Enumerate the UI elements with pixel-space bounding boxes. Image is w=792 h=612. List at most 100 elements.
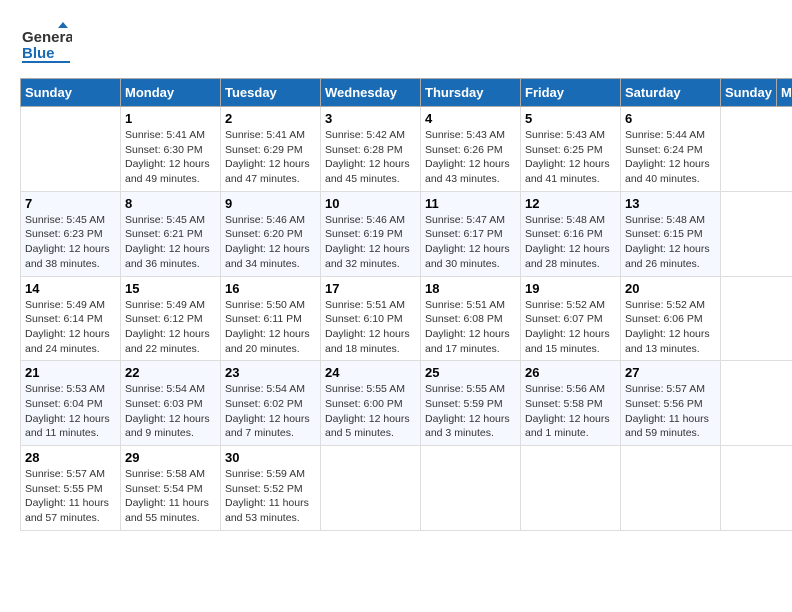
day-number: 25 xyxy=(425,365,516,380)
calendar-cell: 23 Sunrise: 5:54 AM Sunset: 6:02 PM Dayli… xyxy=(221,361,321,446)
calendar-cell: 16Sunrise: 5:50 AM Sunset: 6:11 PM Dayli… xyxy=(221,276,321,361)
calendar-week-row: 28 Sunrise: 5:57 AM Sunset: 5:55 PM Dayli… xyxy=(21,446,792,531)
day-info: Sunrise: 5:57 AM Sunset: 5:56 PM Dayligh… xyxy=(625,382,716,441)
calendar-cell: 4 Sunrise: 5:43 AM Sunset: 6:26 PM Daylig… xyxy=(421,107,521,192)
logo-icon: General Blue xyxy=(20,20,72,68)
day-info: Sunrise: 5:52 AM Sunset: 6:07 PM Dayligh… xyxy=(525,298,616,357)
day-info: Sunrise: 5:48 AM Sunset: 6:15 PM Dayligh… xyxy=(625,213,716,272)
calendar-cell: 5 Sunrise: 5:43 AM Sunset: 6:25 PM Daylig… xyxy=(521,107,621,192)
day-info: Sunrise: 5:55 AM Sunset: 5:59 PM Dayligh… xyxy=(425,382,516,441)
day-info: Sunrise: 5:57 AM Sunset: 5:55 PM Dayligh… xyxy=(25,467,116,526)
calendar-week-row: 21 Sunrise: 5:53 AM Sunset: 6:04 PM Dayli… xyxy=(21,361,792,446)
calendar-cell: 26 Sunrise: 5:56 AM Sunset: 5:58 PM Dayli… xyxy=(521,361,621,446)
day-info: Sunrise: 5:44 AM Sunset: 6:24 PM Dayligh… xyxy=(625,128,716,187)
calendar-cell: 20 Sunrise: 5:52 AM Sunset: 6:06 PM Dayli… xyxy=(621,276,721,361)
day-number: 4 xyxy=(425,111,516,126)
calendar-cell: 10 Sunrise: 5:46 AM Sunset: 6:19 PM Dayli… xyxy=(321,191,421,276)
day-info: Sunrise: 5:48 AM Sunset: 6:16 PM Dayligh… xyxy=(525,213,616,272)
header-day-friday: Friday xyxy=(521,79,621,107)
day-number: 12 xyxy=(525,196,616,211)
header-day-monday: Monday xyxy=(776,79,792,107)
day-number: 8 xyxy=(125,196,216,211)
day-number: 20 xyxy=(625,281,716,296)
day-info: Sunrise: 5:51 AM Sunset: 6:10 PM Dayligh… xyxy=(325,298,416,357)
day-info: Sunrise: 5:45 AM Sunset: 6:21 PM Dayligh… xyxy=(125,213,216,272)
header-day-tuesday: Tuesday xyxy=(221,79,321,107)
day-number: 24 xyxy=(325,365,416,380)
calendar-header-row: SundayMondayTuesdayWednesdayThursdayFrid… xyxy=(21,79,792,107)
day-number: 27 xyxy=(625,365,716,380)
day-info: Sunrise: 5:53 AM Sunset: 6:04 PM Dayligh… xyxy=(25,382,116,441)
day-info: Sunrise: 5:52 AM Sunset: 6:06 PM Dayligh… xyxy=(625,298,716,357)
day-number: 6 xyxy=(625,111,716,126)
calendar-cell xyxy=(621,446,721,531)
calendar-cell: 6 Sunrise: 5:44 AM Sunset: 6:24 PM Daylig… xyxy=(621,107,721,192)
calendar-cell xyxy=(321,446,421,531)
page-header: General Blue xyxy=(20,20,772,68)
calendar-cell xyxy=(521,446,621,531)
calendar-cell xyxy=(21,107,121,192)
header-day-wednesday: Wednesday xyxy=(321,79,421,107)
calendar-cell: 25 Sunrise: 5:55 AM Sunset: 5:59 PM Dayli… xyxy=(421,361,521,446)
day-number: 1 xyxy=(125,111,216,126)
calendar-cell: 24 Sunrise: 5:55 AM Sunset: 6:00 PM Dayli… xyxy=(321,361,421,446)
calendar-week-row: 1 Sunrise: 5:41 AM Sunset: 6:30 PM Daylig… xyxy=(21,107,792,192)
day-info: Sunrise: 5:55 AM Sunset: 6:00 PM Dayligh… xyxy=(325,382,416,441)
calendar-cell: 8 Sunrise: 5:45 AM Sunset: 6:21 PM Daylig… xyxy=(121,191,221,276)
day-number: 2 xyxy=(225,111,316,126)
day-info: Sunrise: 5:43 AM Sunset: 6:25 PM Dayligh… xyxy=(525,128,616,187)
day-number: 15 xyxy=(125,281,216,296)
day-info: Sunrise: 5:58 AM Sunset: 5:54 PM Dayligh… xyxy=(125,467,216,526)
calendar-cell: 28 Sunrise: 5:57 AM Sunset: 5:55 PM Dayli… xyxy=(21,446,121,531)
header-day-sunday: Sunday xyxy=(21,79,121,107)
day-info: Sunrise: 5:46 AM Sunset: 6:19 PM Dayligh… xyxy=(325,213,416,272)
day-number: 10 xyxy=(325,196,416,211)
calendar-cell: 2 Sunrise: 5:41 AM Sunset: 6:29 PM Daylig… xyxy=(221,107,321,192)
calendar-cell: 14Sunrise: 5:49 AM Sunset: 6:14 PM Dayli… xyxy=(21,276,121,361)
day-number: 28 xyxy=(25,450,116,465)
day-number: 11 xyxy=(425,196,516,211)
day-info: Sunrise: 5:46 AM Sunset: 6:20 PM Dayligh… xyxy=(225,213,316,272)
day-number: 29 xyxy=(125,450,216,465)
header-day-sunday: Sunday xyxy=(721,79,777,107)
day-number: 5 xyxy=(525,111,616,126)
calendar-cell: 30 Sunrise: 5:59 AM Sunset: 5:52 PM Dayli… xyxy=(221,446,321,531)
day-info: Sunrise: 5:47 AM Sunset: 6:17 PM Dayligh… xyxy=(425,213,516,272)
svg-text:General: General xyxy=(22,29,72,46)
day-number: 26 xyxy=(525,365,616,380)
day-number: 16 xyxy=(225,281,316,296)
day-number: 14 xyxy=(25,281,116,296)
calendar-cell: 29 Sunrise: 5:58 AM Sunset: 5:54 PM Dayli… xyxy=(121,446,221,531)
svg-text:Blue: Blue xyxy=(22,45,55,62)
day-number: 23 xyxy=(225,365,316,380)
day-number: 30 xyxy=(225,450,316,465)
calendar-cell: 18 Sunrise: 5:51 AM Sunset: 6:08 PM Dayli… xyxy=(421,276,521,361)
day-info: Sunrise: 5:43 AM Sunset: 6:26 PM Dayligh… xyxy=(425,128,516,187)
day-info: Sunrise: 5:49 AM Sunset: 6:12 PM Dayligh… xyxy=(125,298,216,357)
calendar-cell: 15 Sunrise: 5:49 AM Sunset: 6:12 PM Dayli… xyxy=(121,276,221,361)
day-info: Sunrise: 5:41 AM Sunset: 6:30 PM Dayligh… xyxy=(125,128,216,187)
day-number: 22 xyxy=(125,365,216,380)
day-number: 19 xyxy=(525,281,616,296)
day-info: Sunrise: 5:42 AM Sunset: 6:28 PM Dayligh… xyxy=(325,128,416,187)
day-info: Sunrise: 5:45 AM Sunset: 6:23 PM Dayligh… xyxy=(25,213,116,272)
calendar-cell: 3Sunrise: 5:42 AM Sunset: 6:28 PM Daylig… xyxy=(321,107,421,192)
day-info: Sunrise: 5:54 AM Sunset: 6:02 PM Dayligh… xyxy=(225,382,316,441)
calendar-cell xyxy=(421,446,521,531)
calendar-cell: 27 Sunrise: 5:57 AM Sunset: 5:56 PM Dayli… xyxy=(621,361,721,446)
calendar-cell: 22Sunrise: 5:54 AM Sunset: 6:03 PM Dayli… xyxy=(121,361,221,446)
header-day-monday: Monday xyxy=(121,79,221,107)
header-day-thursday: Thursday xyxy=(421,79,521,107)
day-number: 7 xyxy=(25,196,116,211)
day-info: Sunrise: 5:51 AM Sunset: 6:08 PM Dayligh… xyxy=(425,298,516,357)
day-number: 18 xyxy=(425,281,516,296)
day-info: Sunrise: 5:59 AM Sunset: 5:52 PM Dayligh… xyxy=(225,467,316,526)
calendar-cell: 7 Sunrise: 5:45 AM Sunset: 6:23 PM Daylig… xyxy=(21,191,121,276)
day-number: 21 xyxy=(25,365,116,380)
day-info: Sunrise: 5:41 AM Sunset: 6:29 PM Dayligh… xyxy=(225,128,316,187)
calendar-week-row: 7 Sunrise: 5:45 AM Sunset: 6:23 PM Daylig… xyxy=(21,191,792,276)
day-number: 9 xyxy=(225,196,316,211)
day-info: Sunrise: 5:56 AM Sunset: 5:58 PM Dayligh… xyxy=(525,382,616,441)
calendar-cell: 13Sunrise: 5:48 AM Sunset: 6:15 PM Dayli… xyxy=(621,191,721,276)
calendar-cell: 19 Sunrise: 5:52 AM Sunset: 6:07 PM Dayli… xyxy=(521,276,621,361)
